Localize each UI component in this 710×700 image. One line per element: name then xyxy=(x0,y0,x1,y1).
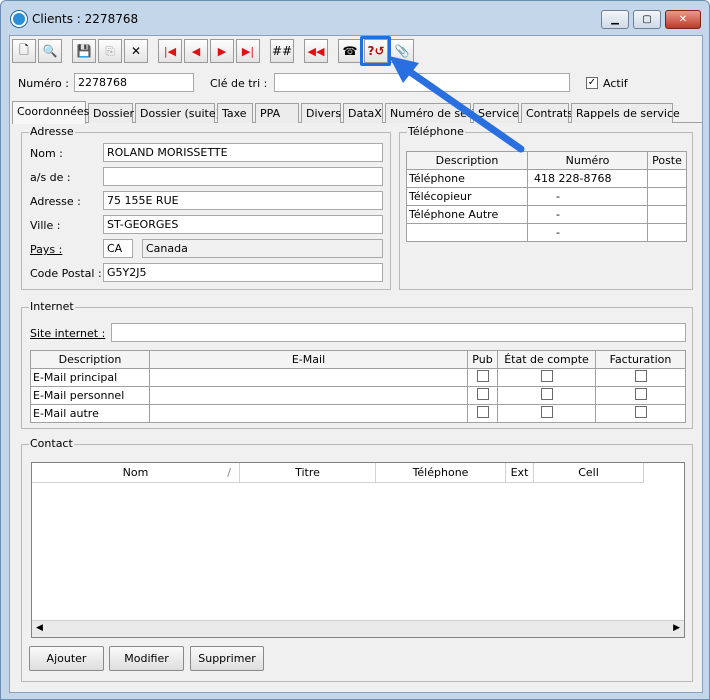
window: Clients : 2278768 ▁ ▢ ✕ 🗋 🔍 💾 ⎘ ✕ |◀ ◀ ▶… xyxy=(0,0,710,700)
tab-coordonnees[interactable]: Coordonnées xyxy=(12,101,89,124)
annotation-arrow xyxy=(389,56,525,153)
